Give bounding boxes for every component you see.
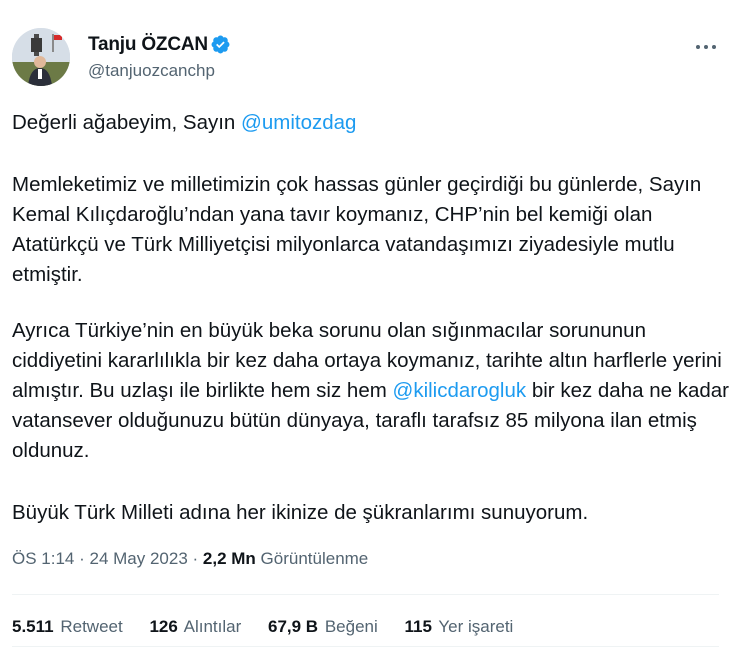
mention-link-kilicdarogluk[interactable]: @kilicdarogluk bbox=[393, 379, 527, 402]
tweet-time[interactable]: ÖS 1:14 bbox=[12, 549, 74, 568]
meta-separator: · bbox=[74, 549, 90, 568]
stat-likes[interactable]: 67,9 B Beğeni bbox=[268, 617, 378, 637]
stat-quotes-count: 126 bbox=[149, 617, 178, 636]
views-count: 2,2 Mn bbox=[202, 549, 256, 568]
tweet-meta: ÖS 1:14 · 24 May 2023 · 2,2 Mn Görüntüle… bbox=[12, 549, 368, 569]
avatar[interactable] bbox=[12, 28, 70, 86]
stat-likes-label: Beğeni bbox=[324, 617, 378, 636]
tweet-text-segment: Değerli ağabeyim, Sayın bbox=[12, 111, 242, 134]
divider bbox=[12, 594, 719, 595]
tweet-card: Tanju ÖZCAN @tanjuozcanchp Değerli ağabe… bbox=[0, 0, 751, 647]
stat-retweets-label: Retweet bbox=[60, 617, 123, 636]
engagement-stats: 5.511 Retweet 126 Alıntılar 67,9 B Beğen… bbox=[12, 617, 535, 637]
stat-bookmarks-label: Yer işareti bbox=[438, 617, 514, 636]
stat-likes-count: 67,9 B bbox=[268, 617, 319, 636]
views-label: Görüntülenme bbox=[260, 549, 369, 568]
stat-retweets[interactable]: 5.511 Retweet bbox=[12, 617, 123, 637]
tweet-paragraph-2: Memleketimiz ve milletimizin çok hassas … bbox=[12, 173, 702, 286]
tweet-paragraph-4: Büyük Türk Milleti adına her ikinize de … bbox=[12, 501, 589, 524]
mention-link-umitozdag[interactable]: @umitozdag bbox=[241, 111, 356, 134]
stat-bookmarks-count: 115 bbox=[404, 617, 432, 636]
stat-quotes[interactable]: 126 Alıntılar bbox=[149, 617, 241, 637]
tweet-date[interactable]: 24 May 2023 bbox=[89, 549, 187, 568]
stat-retweets-count: 5.511 bbox=[12, 617, 54, 636]
author-handle[interactable]: @tanjuozcanchp bbox=[88, 61, 215, 81]
tweet-paragraph-3: Ayrıca Türkiye’nin en büyük beka sorunu … bbox=[12, 316, 732, 466]
stat-quotes-label: Alıntılar bbox=[183, 617, 242, 636]
meta-separator: · bbox=[187, 549, 203, 568]
more-options-icon[interactable] bbox=[694, 42, 718, 52]
verified-badge-icon bbox=[211, 35, 230, 54]
avatar-image bbox=[12, 28, 70, 86]
stat-bookmarks[interactable]: 115 Yer işareti bbox=[405, 617, 514, 637]
tweet-paragraph-greeting: Değerli ağabeyim, Sayın @umitozdag bbox=[12, 108, 732, 138]
author-name[interactable]: Tanju ÖZCAN bbox=[88, 34, 208, 56]
